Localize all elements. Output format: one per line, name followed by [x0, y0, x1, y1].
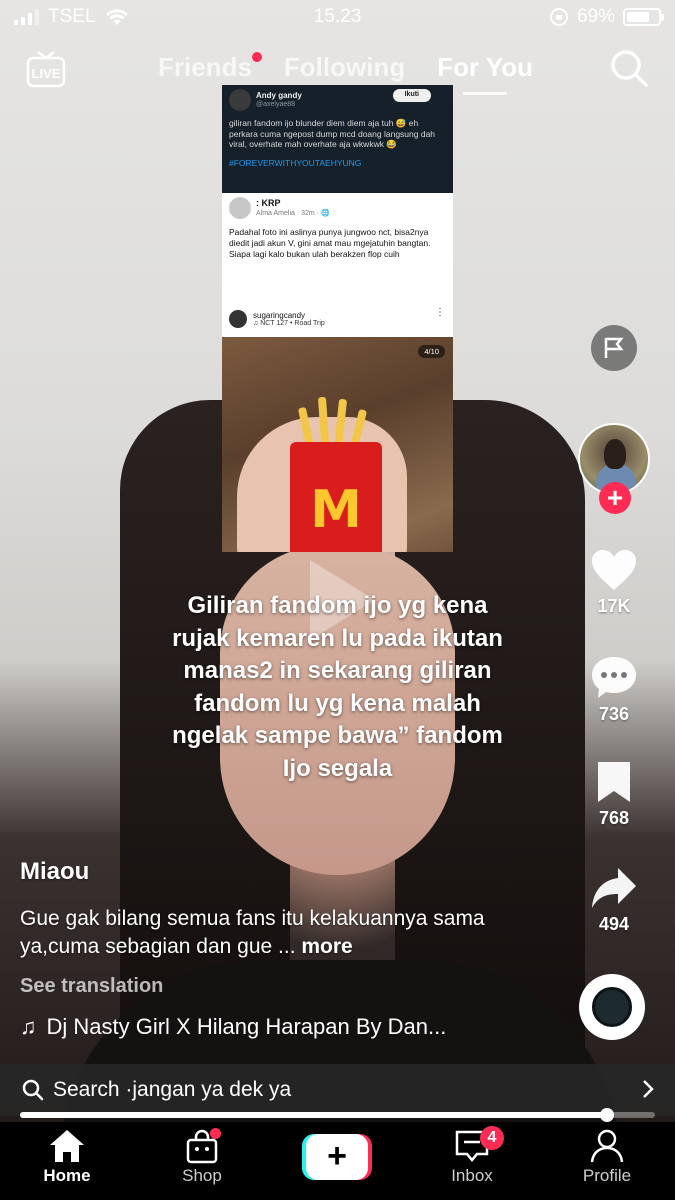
photo-page-badge: 4/10: [418, 345, 445, 358]
post-description[interactable]: Gue gak bilang semua fans itu kelakuanny…: [20, 905, 520, 961]
battery-icon: [623, 8, 664, 26]
more-link[interactable]: more: [301, 935, 352, 958]
like-button[interactable]: 17K: [581, 548, 647, 617]
save-count: 768: [598, 808, 630, 828]
progress-fill: [20, 1112, 608, 1118]
video-caption: Giliran fandom ijo yg kena rujak kemaren…: [172, 592, 503, 782]
tab-for-you-label: For You: [437, 52, 534, 82]
share-button[interactable]: 494: [581, 866, 647, 935]
fb-post-text: Padahal foto ini aslinya punya jungwoo n…: [229, 227, 431, 260]
playback-progress[interactable]: [20, 1108, 655, 1122]
share-count: 494: [598, 914, 630, 934]
fries-box: M: [290, 442, 382, 552]
more-dots-icon: ⋮: [435, 307, 445, 318]
home-icon: [50, 1130, 84, 1162]
comment-count: 736: [598, 704, 630, 724]
tweet-avatar: [229, 89, 251, 111]
embedded-ig-header: sugaringcandy ♫ NCT 127 • Road Trip ⋮: [222, 301, 453, 337]
nav-shop[interactable]: Shop: [152, 1128, 252, 1186]
comment-icon: [592, 657, 636, 698]
share-icon: [592, 868, 636, 908]
status-right: 69%: [549, 6, 664, 28]
bottom-nav: Home Shop + 4 Inbox Profile: [0, 1122, 675, 1200]
author-name[interactable]: Miaou: [20, 858, 89, 886]
fb-group-name: : KRP: [256, 197, 281, 208]
tweet-text: giliran fandom ijo blunder diem diem aja…: [229, 118, 436, 150]
live-icon[interactable]: LIVE: [26, 50, 66, 88]
tab-for-you[interactable]: For You: [437, 52, 534, 95]
music-track[interactable]: ♫ Dj Nasty Girl X Hilang Harapan By Dan.…: [20, 1014, 446, 1040]
status-bar: TSEL 15.23 69%: [0, 0, 675, 34]
description-text: Gue gak bilang semua fans itu kelakuanny…: [20, 907, 485, 958]
nav-shop-label: Shop: [182, 1166, 222, 1185]
tab-following[interactable]: Following: [284, 52, 405, 83]
live-label: LIVE: [32, 66, 61, 81]
see-translation-link[interactable]: See translation: [20, 975, 163, 998]
profile-icon: [590, 1129, 624, 1163]
embedded-photo-fries: 4/10 M: [222, 337, 453, 552]
feed-tabs: Friends Following For You: [158, 52, 534, 95]
plus-icon: +: [306, 1134, 368, 1180]
music-title: Dj Nasty Girl X Hilang Harapan By Dan...: [46, 1014, 447, 1039]
tab-friends[interactable]: Friends: [158, 52, 262, 83]
nav-profile-label: Profile: [582, 1166, 632, 1185]
ig-avatar: [229, 310, 247, 328]
bookmark-icon: [598, 762, 630, 802]
related-search-bar[interactable]: Search ·jangan ya dek ya: [0, 1064, 675, 1116]
embedded-screenshot: Andy gandy @axelyae88 Ikuti giliran fand…: [222, 85, 453, 552]
tweet-author: Andy gandy: [256, 90, 302, 100]
notification-dot: [251, 52, 262, 62]
flag-icon[interactable]: [591, 325, 637, 371]
nav-inbox-label: Inbox: [451, 1166, 493, 1185]
music-note-icon: ♫: [20, 1014, 37, 1039]
create-button[interactable]: +: [302, 1134, 372, 1180]
nav-home[interactable]: Home: [17, 1128, 117, 1186]
like-count: 17K: [597, 596, 631, 616]
tweet-hashtag: #FOREVERWITHYOUTAEHYUNG: [229, 157, 362, 168]
embedded-tweet: Andy gandy @axelyae88 Ikuti giliran fand…: [222, 85, 453, 193]
tab-friends-label: Friends: [158, 52, 252, 82]
save-button[interactable]: 768: [581, 760, 647, 829]
battery-percent: 69%: [576, 6, 615, 27]
fb-avatar: [229, 197, 251, 219]
search-icon[interactable]: [609, 48, 649, 88]
tweet-follow-button: Ikuti: [392, 89, 431, 102]
ig-username: sugaringcandy: [253, 311, 306, 320]
music-disc-icon[interactable]: [579, 974, 645, 1040]
heart-icon: [592, 550, 636, 590]
ig-song: ♫ NCT 127 • Road Trip: [253, 320, 325, 327]
related-search-text: Search ·jangan ya dek ya: [53, 1078, 292, 1101]
mcdonalds-logo: M: [310, 480, 362, 540]
shop-notification-dot: [210, 1128, 221, 1139]
inbox-badge: 4: [480, 1126, 504, 1150]
tab-following-label: Following: [283, 52, 406, 82]
search-small-icon: [22, 1079, 44, 1101]
comment-button[interactable]: 736: [581, 654, 647, 725]
tweet-handle: @axelyae88: [256, 100, 296, 108]
nav-home-label: Home: [43, 1166, 91, 1185]
fb-post-meta: Alma Amelia · 32m · 🌐: [256, 210, 330, 218]
embedded-fb-post: : KRP Alma Amelia · 32m · 🌐 Padahal foto…: [222, 193, 453, 301]
nav-inbox[interactable]: 4 Inbox: [422, 1126, 522, 1186]
rotation-lock-icon: [549, 8, 568, 26]
follow-button[interactable]: +: [599, 482, 631, 514]
chevron-right-icon: [643, 1080, 654, 1098]
nav-profile[interactable]: Profile: [557, 1128, 657, 1186]
